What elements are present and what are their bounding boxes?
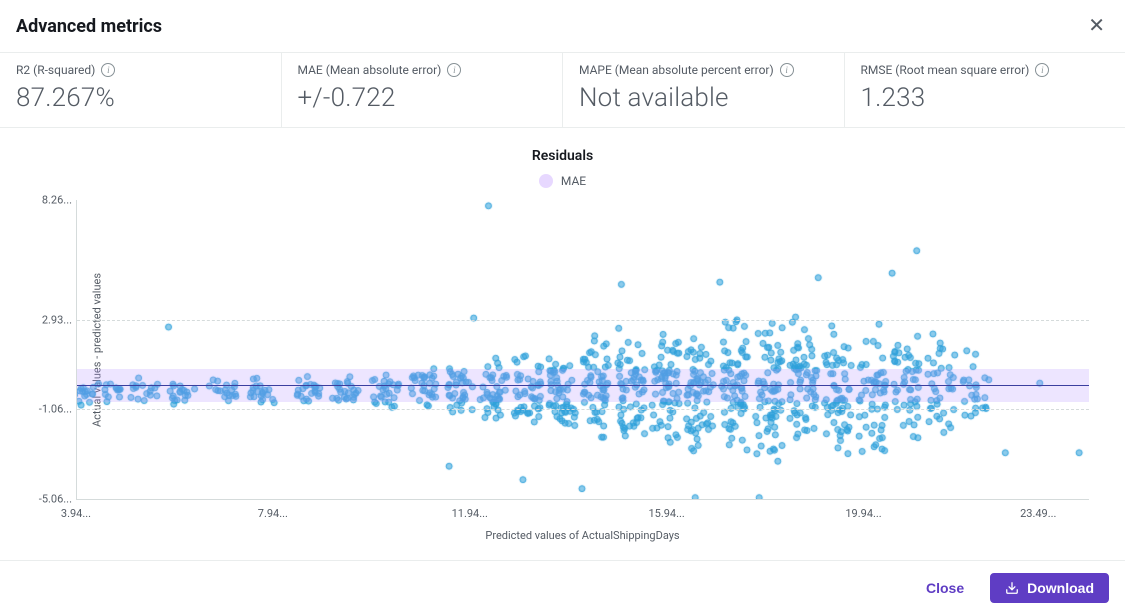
- metrics-row: R2 (R-squared) i 87.267% MAE (Mean absol…: [0, 53, 1125, 128]
- info-icon[interactable]: i: [447, 63, 461, 77]
- y-tick: -5.06...: [28, 493, 72, 506]
- y-tick: 2.93...: [28, 313, 72, 326]
- info-icon[interactable]: i: [1035, 63, 1049, 77]
- metric-value: Not available: [579, 83, 828, 113]
- modal-footer: Close Download: [0, 560, 1125, 615]
- y-tick: -1.06...: [28, 403, 72, 416]
- metric-r2: R2 (R-squared) i 87.267%: [0, 53, 282, 127]
- legend-label: MAE: [561, 174, 586, 188]
- download-button[interactable]: Download: [990, 573, 1109, 603]
- x-tick: 15.94...: [648, 507, 684, 520]
- download-label: Download: [1027, 580, 1094, 596]
- info-icon[interactable]: i: [780, 63, 794, 77]
- modal-header: Advanced metrics ✕: [0, 0, 1125, 53]
- metric-rmse: RMSE (Root mean square error) i 1.233: [845, 53, 1125, 127]
- close-button[interactable]: Close: [912, 574, 978, 602]
- metric-label: MAPE (Mean absolute percent error): [579, 63, 774, 77]
- x-tick: 3.94...: [61, 507, 91, 520]
- close-icon[interactable]: ✕: [1084, 12, 1109, 40]
- info-icon[interactable]: i: [101, 63, 115, 77]
- x-tick: 23.49...: [1020, 507, 1056, 520]
- metric-label: RMSE (Root mean square error): [861, 63, 1030, 77]
- chart-legend: MAE: [16, 174, 1109, 192]
- metric-mae: MAE (Mean absolute error) i +/-0.722: [282, 53, 564, 127]
- x-tick: 7.94...: [258, 507, 288, 520]
- download-icon: [1005, 581, 1019, 595]
- zero-line: [77, 385, 1089, 386]
- x-tick: 19.94...: [845, 507, 881, 520]
- metric-label: MAE (Mean absolute error): [298, 63, 442, 77]
- metric-value: 87.267%: [16, 83, 265, 113]
- scatter-canvas: [77, 200, 1089, 499]
- metric-value: 1.233: [861, 83, 1110, 113]
- modal-title: Advanced metrics: [16, 16, 162, 37]
- metric-label: R2 (R-squared): [16, 63, 95, 77]
- residuals-plot[interactable]: Actual values - predicted values Predict…: [76, 200, 1089, 500]
- metric-mape: MAPE (Mean absolute percent error) i Not…: [563, 53, 845, 127]
- chart-title: Residuals: [16, 148, 1109, 164]
- y-tick: 8.26...: [28, 194, 72, 207]
- x-tick: 11.94...: [452, 507, 488, 520]
- advanced-metrics-modal: Advanced metrics ✕ R2 (R-squared) i 87.2…: [0, 0, 1125, 615]
- chart-container: Residuals MAE Actual values - predicted …: [0, 128, 1125, 560]
- x-axis-label: Predicted values of ActualShippingDays: [76, 529, 1089, 542]
- metric-value: +/-0.722: [298, 83, 547, 113]
- legend-dot-icon: [539, 174, 553, 188]
